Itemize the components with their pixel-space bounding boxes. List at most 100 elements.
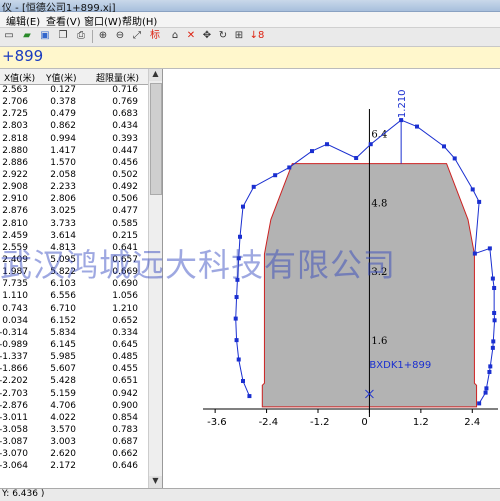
table-row[interactable]: 2.563 0.127 0.716 — [0, 85, 148, 97]
cell-over: 0.393 — [112, 133, 138, 144]
cell-y: 3.003 — [50, 437, 76, 448]
delete-icon[interactable]: ✕ — [184, 29, 198, 43]
table-row[interactable]: -1.337 5.985 0.485 — [0, 352, 148, 364]
cell-over: 0.485 — [112, 352, 138, 363]
menu-edit[interactable]: 编辑(E) — [6, 13, 40, 28]
scroll-up-icon[interactable]: ▲ — [149, 69, 162, 81]
cell-y: 5.834 — [50, 327, 76, 338]
cell-y: 4.706 — [50, 400, 76, 411]
cell-over: 0.585 — [112, 218, 138, 229]
scan-point — [241, 379, 245, 384]
x-tick-label: 0 — [361, 417, 367, 428]
table-row[interactable]: -3.070 2.620 0.662 — [0, 449, 148, 461]
table-row[interactable]: -2.202 5.428 0.651 — [0, 376, 148, 388]
table-row[interactable]: 2.908 2.233 0.492 — [0, 182, 148, 194]
table-row[interactable]: -3.058 3.570 0.783 — [0, 425, 148, 437]
cell-y: 0.994 — [50, 133, 76, 144]
table-row[interactable]: -3.087 3.003 0.687 — [0, 437, 148, 449]
print-icon[interactable]: ⎙ — [74, 29, 88, 43]
scale-button[interactable]: ↓8 — [248, 29, 266, 43]
table-row[interactable]: 2.886 1.570 0.456 — [0, 158, 148, 170]
zoom-fit-icon[interactable]: ⤢ — [130, 29, 144, 43]
copy-icon[interactable]: ❐ — [56, 29, 70, 43]
cell-y: 0.127 — [50, 85, 76, 95]
table-row[interactable]: 2.910 2.806 0.506 — [0, 194, 148, 206]
zoom-out-icon[interactable]: ⊖ — [113, 29, 127, 43]
cell-over: 0.651 — [112, 376, 138, 387]
scan-point — [325, 142, 329, 147]
zoom-in-icon[interactable]: ⊕ — [96, 29, 110, 43]
scan-point — [415, 124, 419, 129]
cell-y: 2.806 — [50, 194, 76, 205]
table-row[interactable]: -0.314 5.834 0.334 — [0, 328, 148, 340]
cell-x: 2.910 — [2, 194, 28, 205]
scroll-thumb[interactable] — [150, 83, 162, 195]
table-row[interactable]: 2.706 0.378 0.769 — [0, 97, 148, 109]
scan-point — [238, 234, 242, 239]
scan-point — [491, 339, 496, 344]
table-row[interactable]: 2.818 0.994 0.393 — [0, 134, 148, 146]
cell-y: 2.172 — [50, 461, 76, 472]
cell-y: 3.570 — [50, 424, 76, 435]
table-row[interactable]: -0.989 6.145 0.645 — [0, 340, 148, 352]
menu-help[interactable]: 帮助(H) — [122, 13, 157, 28]
table-row[interactable]: -2.703 5.159 0.942 — [0, 389, 148, 401]
cell-x: 2.818 — [2, 133, 28, 144]
table-row[interactable]: 2.876 3.025 0.477 — [0, 206, 148, 218]
table-row[interactable]: 2.880 1.417 0.447 — [0, 146, 148, 158]
col-x-header[interactable]: X值(米) — [4, 71, 35, 84]
mileage-bar: +899 — [0, 47, 500, 69]
cell-y: 2.620 — [50, 449, 76, 460]
col-y-header[interactable]: Y值(米) — [46, 71, 77, 84]
cell-over: 0.942 — [112, 388, 138, 399]
new-file-icon[interactable]: ▭ — [2, 29, 16, 43]
cell-y: 2.058 — [50, 169, 76, 180]
cell-over: 0.447 — [112, 145, 138, 156]
cell-y: 1.417 — [50, 145, 76, 156]
open-folder-icon[interactable]: ▰ — [20, 29, 34, 43]
scan-point — [368, 142, 373, 147]
table-row[interactable]: 2.725 0.479 0.683 — [0, 109, 148, 121]
y-tick-label: 6.4 — [371, 129, 387, 140]
cell-over: 0.434 — [112, 121, 138, 132]
table-row[interactable]: 2.922 2.058 0.502 — [0, 170, 148, 182]
menu-window[interactable]: 窗口(W) — [84, 13, 122, 28]
cell-x: 2.725 — [2, 109, 28, 120]
cell-x: -3.058 — [0, 424, 28, 435]
table-row[interactable]: 1.110 6.556 1.056 — [0, 291, 148, 303]
table-row[interactable]: -3.011 4.022 0.854 — [0, 413, 148, 425]
scan-point — [487, 369, 492, 374]
table-row[interactable]: 0.743 6.710 1.210 — [0, 304, 148, 316]
table-row[interactable]: 2.810 3.733 0.585 — [0, 219, 148, 231]
cell-y: 1.570 — [50, 157, 76, 168]
col-over-header[interactable]: 超限量(米) — [96, 71, 139, 84]
table-row[interactable]: -1.866 5.607 0.455 — [0, 364, 148, 376]
scan-point — [484, 386, 489, 391]
scan-point — [492, 318, 497, 323]
table-row[interactable]: -3.064 2.172 0.646 — [0, 461, 148, 473]
align-icon[interactable]: ⊞ — [232, 29, 246, 43]
cell-y: 5.159 — [50, 388, 76, 399]
cell-x: 2.886 — [2, 157, 28, 168]
tag-button[interactable]: 标 — [148, 29, 162, 43]
cell-x: -3.011 — [0, 412, 28, 423]
cell-y: 6.145 — [50, 339, 76, 350]
cell-y: 0.378 — [50, 97, 76, 108]
save-icon[interactable]: ▣ — [38, 29, 52, 43]
x-tick-label: -1.2 — [310, 417, 330, 428]
camera-icon[interactable]: ⌂ — [168, 29, 182, 43]
table-row[interactable]: 0.034 6.152 0.652 — [0, 316, 148, 328]
table-row[interactable]: -2.876 4.706 0.900 — [0, 401, 148, 413]
scan-point — [477, 199, 482, 204]
cell-over: 0.769 — [112, 97, 138, 108]
x-tick-label: 1.2 — [413, 417, 429, 428]
rotate-icon[interactable]: ↻ — [216, 29, 230, 43]
cell-x: -0.314 — [0, 327, 28, 338]
scan-point — [483, 390, 488, 395]
toolbar: ▭ ▰ ▣ ❐ ⎙ ⊕ ⊖ ⤢ 标 ⌂ ✕ ✥ ↻ ⊞ ↓8 — [0, 28, 500, 47]
table-row[interactable]: 2.803 0.862 0.434 — [0, 121, 148, 133]
scroll-down-icon[interactable]: ▼ — [149, 476, 162, 488]
scan-point — [492, 286, 497, 291]
move-icon[interactable]: ✥ — [200, 29, 214, 43]
menu-view[interactable]: 查看(V) — [46, 13, 81, 28]
